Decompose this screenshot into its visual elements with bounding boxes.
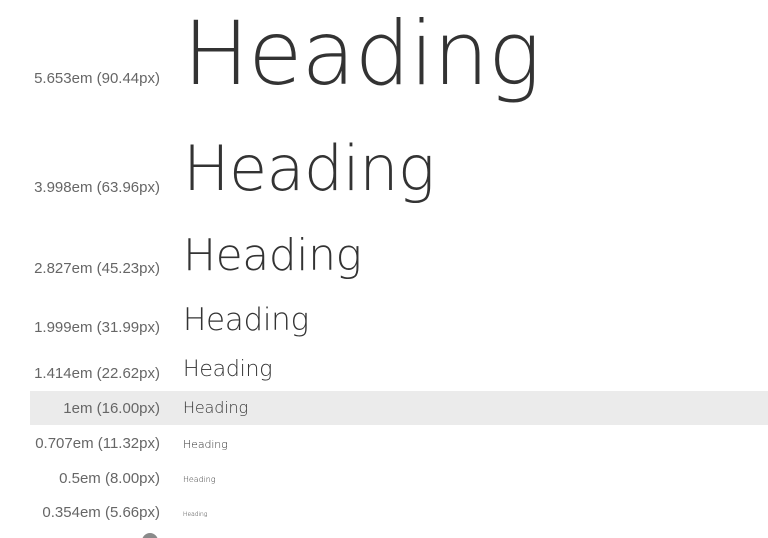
size-label: 0.354em (5.66px) (42, 504, 160, 521)
heading-sample: Heading (183, 230, 362, 281)
type-scale-row-selected: 1em (16.00px) Heading (30, 391, 768, 425)
type-scale-row: 3.998em (63.96px) Heading (0, 120, 768, 210)
type-scale-row: 0.707em (11.32px) Heading (0, 425, 768, 461)
type-scale-row: 1.414em (22.62px) Heading (0, 350, 768, 390)
heading-sample: Heading (183, 438, 228, 451)
heading-sample: Heading (183, 398, 248, 417)
type-scale-row: 5.653em (90.44px) Heading (0, 0, 768, 120)
size-label: 1.414em (22.62px) (34, 365, 160, 382)
type-scale: 5.653em (90.44px) Heading 3.998em (63.96… (0, 0, 768, 538)
size-label: 0.707em (11.32px) (35, 435, 160, 452)
size-label: 2.827em (45.23px) (34, 260, 160, 277)
type-scale-row: 0.354em (5.66px) Heading (0, 497, 768, 533)
type-scale-row: 1.999em (31.99px) Heading (0, 300, 768, 350)
heading-sample: Heading (183, 511, 208, 518)
heading-sample: Heading (183, 475, 216, 484)
size-label: 5.653em (90.44px) (34, 70, 160, 87)
size-label: 1em (16.00px) (63, 400, 160, 417)
size-label: 3.998em (63.96px) (34, 179, 160, 196)
heading-sample: Heading (183, 302, 309, 338)
scroll-indicator[interactable] (142, 533, 158, 538)
type-scale-row: 0.5em (8.00px) Heading (0, 461, 768, 497)
heading-sample: Heading (183, 357, 273, 382)
heading-sample: Heading (183, 2, 541, 105)
size-label: 1.999em (31.99px) (34, 319, 160, 336)
size-label: 0.5em (8.00px) (59, 470, 160, 487)
type-scale-row: 2.827em (45.23px) Heading (0, 210, 768, 300)
heading-sample: Heading (183, 132, 435, 205)
